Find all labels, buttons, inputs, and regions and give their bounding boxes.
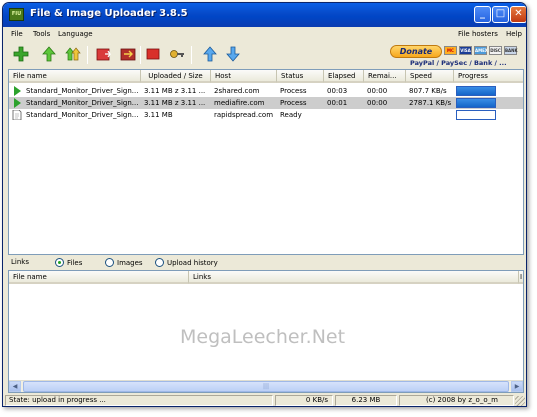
radio-button[interactable] — [55, 258, 64, 267]
donate-caption: PayPal / PaySec / Bank / ... — [410, 59, 507, 67]
column-host[interactable]: Host — [211, 70, 277, 83]
cell-host: rapidspread.com — [214, 111, 274, 119]
resize-grip[interactable] — [515, 396, 525, 406]
title-bar[interactable]: FIU File & Image Uploader 3.8.5 _ □ ✕ — [3, 3, 526, 27]
cell-host: 2shared.com — [214, 87, 260, 95]
delete-icon[interactable] — [96, 46, 112, 62]
upload-icon[interactable] — [41, 46, 57, 62]
toolbar: Donate MC VISA AMEX DISC BANK PayPal / P… — [3, 42, 526, 68]
toolbar-separator — [87, 46, 88, 64]
window-title: File & Image Uploader 3.8.5 — [30, 8, 188, 19]
status-total: 6.23 MB — [335, 395, 397, 406]
column-truncated[interactable]: I — [519, 271, 523, 284]
menu-tools[interactable]: Tools — [33, 30, 50, 38]
discover-icon: DISC — [489, 46, 502, 55]
menu-file-hosters[interactable]: File hosters — [458, 30, 498, 38]
cell-uploaded-size: 3.11 MB z 3.11 ... — [144, 99, 206, 107]
toolbar-separator — [191, 46, 192, 64]
table-row[interactable]: Standard_Monitor_Driver_Sign... 3.11 MB … — [9, 109, 523, 121]
cell-host: mediafire.com — [214, 99, 265, 107]
links-tabs: Links Files Images Upload history — [3, 256, 526, 270]
cell-status: Process — [280, 99, 307, 107]
radio-upload-history-label: Upload history — [167, 259, 218, 267]
cell-remaining: 00:00 — [367, 99, 388, 107]
move-down-icon[interactable] — [225, 46, 241, 62]
radio-button[interactable] — [105, 258, 114, 267]
stop-icon[interactable] — [145, 46, 161, 62]
status-copyright: (c) 2008 by z_o_o_m — [399, 395, 514, 406]
cell-file-name: Standard_Monitor_Driver_Sign... — [26, 87, 139, 95]
status-speed: 0 KB/s — [275, 395, 333, 406]
radio-files[interactable]: Files — [55, 258, 82, 267]
app-icon: FIU — [9, 8, 24, 21]
status-bar: State: upload in progress ... 0 KB/s 6.2… — [3, 394, 526, 406]
maximize-button[interactable]: □ — [492, 6, 509, 23]
menu-file[interactable]: File — [11, 30, 23, 38]
clear-icon[interactable] — [120, 46, 136, 62]
mastercard-icon: MC — [444, 46, 457, 55]
table-row[interactable]: Standard_Monitor_Driver_Sign... 3.11 MB … — [9, 85, 523, 97]
cell-speed: 807.7 KB/s — [409, 87, 447, 95]
radio-files-label: Files — [67, 259, 83, 267]
menu-help[interactable]: Help — [506, 30, 522, 38]
add-icon[interactable] — [13, 46, 29, 62]
progress-bar — [456, 86, 496, 96]
radio-images[interactable]: Images — [105, 258, 143, 267]
radio-upload-history[interactable]: Upload history — [155, 258, 218, 267]
horizontal-scrollbar[interactable]: ◀ ||| ▶ — [9, 380, 523, 392]
bank-icon: BANK — [504, 46, 518, 55]
key-icon[interactable] — [169, 46, 185, 62]
play-icon — [14, 86, 21, 96]
scroll-right-icon[interactable]: ▶ — [511, 381, 523, 392]
cell-file-name: Standard_Monitor_Driver_Sign... — [26, 111, 139, 119]
table-row[interactable]: Standard_Monitor_Driver_Sign... 3.11 MB … — [9, 97, 523, 109]
file-icon — [12, 110, 22, 120]
close-button[interactable]: ✕ — [510, 6, 526, 23]
cell-status: Ready — [280, 111, 302, 119]
play-icon — [14, 98, 21, 108]
cell-remaining: 00:00 — [367, 87, 388, 95]
cell-file-name: Standard_Monitor_Driver_Sign... — [26, 99, 139, 107]
cell-status: Process — [280, 87, 307, 95]
amex-icon: AMEX — [474, 46, 488, 55]
column-progress[interactable]: Progress — [454, 70, 523, 83]
scroll-thumb[interactable]: ||| — [23, 381, 509, 392]
column-file-name[interactable]: File name — [9, 271, 189, 284]
column-elapsed[interactable]: Elapsed — [324, 70, 364, 83]
column-status[interactable]: Status — [277, 70, 324, 83]
upload-all-icon[interactable] — [65, 46, 81, 62]
column-uploaded-size[interactable]: Uploaded / Size — [141, 70, 211, 83]
progress-bar — [456, 98, 496, 108]
move-up-icon[interactable] — [202, 46, 218, 62]
column-remaining[interactable]: Remai... — [364, 70, 406, 83]
links-label: Links — [11, 258, 29, 266]
column-speed[interactable]: Speed — [406, 70, 454, 83]
cell-uploaded-size: 3.11 MB — [144, 111, 173, 119]
column-links[interactable]: Links — [189, 271, 519, 284]
upload-list[interactable]: File name Uploaded / Size Host Status El… — [8, 69, 524, 255]
menu-language[interactable]: Language — [58, 30, 93, 38]
visa-icon: VISA — [459, 46, 472, 55]
watermark: MegaLeecher.Net — [180, 326, 346, 348]
progress-bar — [456, 110, 496, 120]
cell-uploaded-size: 3.11 MB z 3.11 ... — [144, 87, 206, 95]
progress-fill — [457, 87, 495, 95]
minimize-button[interactable]: _ — [474, 6, 491, 23]
cell-speed: 2787.1 KB/s — [409, 99, 452, 107]
radio-images-label: Images — [117, 259, 143, 267]
toolbar-separator — [140, 46, 141, 64]
donate-button[interactable]: Donate — [390, 45, 442, 58]
scroll-left-icon[interactable]: ◀ — [9, 381, 21, 392]
cell-elapsed: 00:03 — [327, 87, 348, 95]
status-state: State: upload in progress ... — [5, 395, 273, 406]
menu-bar: File Tools Language File hosters Help — [3, 28, 526, 42]
progress-fill — [457, 99, 495, 107]
radio-button[interactable] — [155, 258, 164, 267]
cell-elapsed: 00:01 — [327, 99, 348, 107]
column-file-name[interactable]: File name — [9, 70, 141, 83]
